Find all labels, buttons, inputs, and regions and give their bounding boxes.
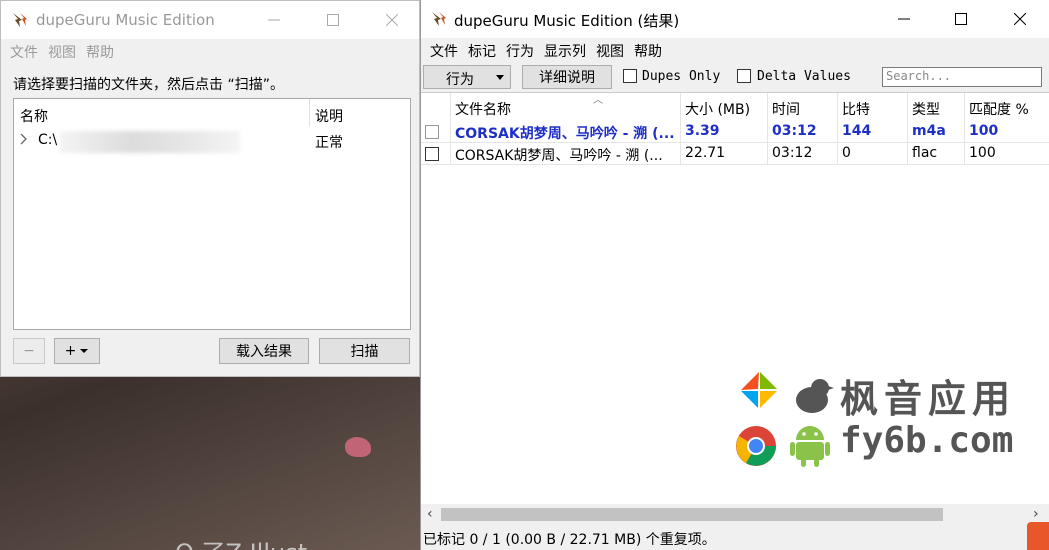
desktop-wallpaper-text: O 了Z Illust xyxy=(175,533,307,550)
horizontal-scrollbar[interactable]: ‹ › xyxy=(421,504,1049,524)
actions-label: 行为 xyxy=(446,72,474,88)
app-icon xyxy=(432,12,446,26)
cell-match: 100 xyxy=(965,121,1049,143)
add-folder-button[interactable]: + xyxy=(54,338,100,364)
menu-file[interactable]: 文件 xyxy=(425,41,463,61)
table-row[interactable]: CORSAK胡梦周、马吟吟 - 溯 (... 22.71 03:12 0 fla… xyxy=(421,143,1049,165)
cell-time: 03:12 xyxy=(768,143,838,165)
close-icon xyxy=(1014,13,1026,25)
cell-bitrate: 0 xyxy=(838,143,908,165)
title-bar[interactable]: dupeGuru Music Edition xyxy=(1,1,419,39)
dropdown-arrow-icon xyxy=(80,349,89,353)
menu-bar: 文件 视图 帮助 xyxy=(1,39,419,65)
minimize-button[interactable] xyxy=(251,1,297,39)
menu-file[interactable]: 文件 xyxy=(5,42,43,62)
menu-help[interactable]: 帮助 xyxy=(81,42,119,62)
bird-logo-icon xyxy=(796,379,834,413)
watermark: 枫音应用 fy6b.com xyxy=(734,368,1034,468)
android-logo-icon xyxy=(790,426,830,467)
dropdown-arrow-icon xyxy=(496,75,504,80)
scroll-right-icon[interactable]: › xyxy=(1033,506,1039,522)
row-marker-cell xyxy=(421,121,451,143)
minimize-button[interactable] xyxy=(881,0,927,38)
row-checkbox[interactable] xyxy=(425,147,439,161)
scan-instructions: 请选择要扫描的文件夹，然后点击 “扫描”。 xyxy=(13,77,284,93)
add-folder-label: + xyxy=(64,343,77,359)
redacted-path xyxy=(60,131,240,153)
menu-view[interactable]: 视图 xyxy=(43,42,81,62)
corner-badge-icon xyxy=(1027,522,1049,550)
windows-logo-icon xyxy=(739,370,779,410)
title-bar[interactable]: dupeGuru Music Edition (结果) xyxy=(421,0,1049,38)
actions-dropdown[interactable]: 行为 xyxy=(423,65,511,89)
watermark-title: 枫音应用 xyxy=(840,377,1017,421)
minimize-icon xyxy=(268,19,280,21)
results-toolbar: 行为 详细说明 Dupes Only Delta Values Search..… xyxy=(421,64,1049,90)
cell-filename: CORSAK胡梦周、马吟吟 - 溯 (... xyxy=(451,121,681,143)
folder-selection-window: dupeGuru Music Edition 文件 视图 帮助 请选择要扫描的文… xyxy=(0,0,420,377)
close-button[interactable] xyxy=(369,1,415,39)
row-checkbox[interactable] xyxy=(425,125,439,139)
column-header-match[interactable]: 匹配度 % xyxy=(965,93,1049,121)
column-header-type[interactable]: 类型 xyxy=(908,93,965,121)
cell-type: m4a xyxy=(908,121,965,143)
expand-chevron-icon[interactable] xyxy=(20,133,30,147)
menu-mark[interactable]: 标记 xyxy=(463,41,501,61)
cell-size: 22.71 xyxy=(681,143,768,165)
menu-help[interactable]: 帮助 xyxy=(629,41,667,61)
menu-actions[interactable]: 行为 xyxy=(501,41,539,61)
cell-time: 03:12 xyxy=(768,121,838,143)
dupes-only-checkbox[interactable] xyxy=(623,69,637,83)
delta-values-checkbox[interactable] xyxy=(737,69,751,83)
chrome-logo-icon xyxy=(736,426,776,466)
minimize-icon xyxy=(898,18,910,20)
column-divider[interactable] xyxy=(309,99,310,127)
row-marker-cell xyxy=(421,143,451,165)
column-header-bitrate[interactable]: 比特 xyxy=(838,93,908,121)
close-icon xyxy=(386,14,398,26)
folder-row[interactable]: C:\ 正常 xyxy=(14,129,410,153)
menu-view[interactable]: 视图 xyxy=(591,41,629,61)
scroll-left-icon[interactable]: ‹ xyxy=(427,506,433,522)
app-icon xyxy=(13,13,27,27)
maximize-icon xyxy=(327,14,339,26)
column-header-time[interactable]: 时间 xyxy=(768,93,838,121)
scrollbar-thumb[interactable] xyxy=(441,508,943,521)
maximize-button[interactable] xyxy=(310,1,356,39)
scan-button[interactable]: 扫描 xyxy=(319,338,410,364)
column-header-size[interactable]: 大小 (MB) xyxy=(681,93,768,121)
dupes-only-label[interactable]: Dupes Only xyxy=(642,69,720,84)
menu-bar: 文件 标记 行为 显示列 视图 帮助 xyxy=(421,38,1049,64)
cell-filename: CORSAK胡梦周、马吟吟 - 溯 (... xyxy=(451,143,681,165)
column-header-marker[interactable] xyxy=(421,93,451,121)
folder-path: C:\ xyxy=(38,132,58,148)
tree-header: 名称 说明 xyxy=(14,99,410,127)
cell-size: 3.39 xyxy=(681,121,768,143)
folder-state[interactable]: 正常 xyxy=(315,132,343,152)
cell-match: 100 xyxy=(965,143,1049,165)
search-input[interactable]: Search... xyxy=(882,67,1042,87)
window-title: dupeGuru Music Edition xyxy=(36,11,215,29)
column-header-state[interactable]: 说明 xyxy=(315,106,343,126)
window-title: dupeGuru Music Edition (结果) xyxy=(454,12,680,30)
remove-folder-button[interactable]: − xyxy=(13,338,45,364)
cell-bitrate: 144 xyxy=(838,121,908,143)
table-row[interactable]: CORSAK胡梦周、马吟吟 - 溯 (... 3.39 03:12 144 m4… xyxy=(421,121,1049,143)
sort-ascending-icon: ︿ xyxy=(593,95,603,106)
column-header-name[interactable]: 名称 xyxy=(20,106,48,126)
watermark-url: fy6b.com xyxy=(840,420,1014,461)
menu-columns[interactable]: 显示列 xyxy=(539,41,591,61)
bird-decoration xyxy=(345,437,371,457)
maximize-button[interactable] xyxy=(938,0,984,38)
details-button[interactable]: 详细说明 xyxy=(522,65,612,89)
close-button[interactable] xyxy=(997,0,1043,38)
status-bar: 已标记 0 / 1 (0.00 B / 22.71 MB) 个重复项。 xyxy=(423,532,716,548)
cell-type: flac xyxy=(908,143,965,165)
maximize-icon xyxy=(955,13,967,25)
folder-tree[interactable]: 名称 说明 C:\ 正常 xyxy=(13,98,411,330)
column-header-filename-label: 文件名称 xyxy=(455,102,511,118)
load-results-button[interactable]: 载入结果 xyxy=(219,338,309,364)
column-header-filename[interactable]: 文件名称 ︿ xyxy=(451,93,681,121)
delta-values-label[interactable]: Delta Values xyxy=(757,69,851,84)
